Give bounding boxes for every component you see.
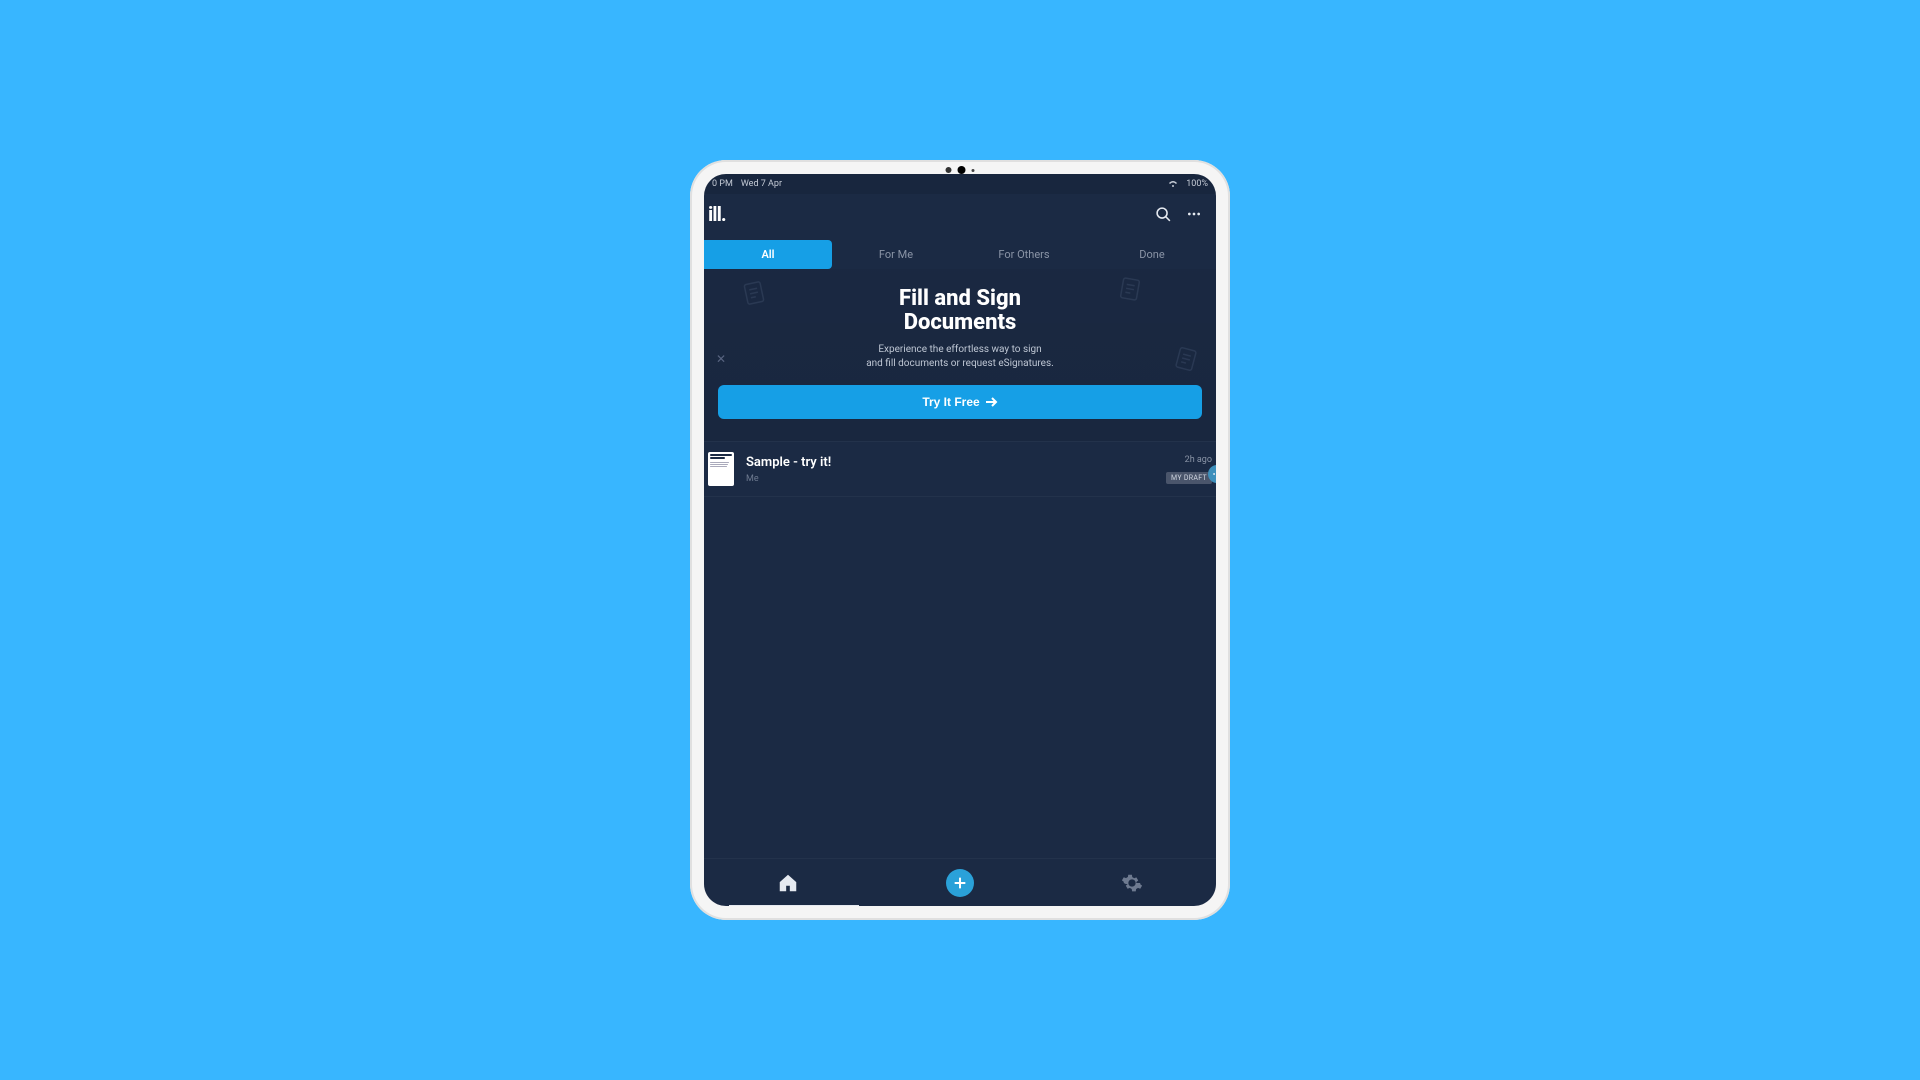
status-time: 0 PM [712, 179, 733, 189]
document-icon [1118, 275, 1142, 302]
arrow-right-icon [986, 397, 998, 407]
document-time: 2h ago [1166, 455, 1212, 465]
bottom-nav [704, 858, 1216, 906]
hero-subtitle: Experience the effortless way to sign an… [718, 343, 1202, 371]
app-header: ill. [704, 194, 1216, 240]
tablet-frame: 0 PM Wed 7 Apr 100% ill. All [690, 160, 1230, 920]
document-icon [742, 279, 767, 307]
tab-for-me[interactable]: For Me [832, 240, 960, 269]
tab-all[interactable]: All [704, 240, 832, 269]
filter-tabs: All For Me For Others Done [704, 240, 1216, 269]
try-free-button[interactable]: Try It Free [718, 385, 1202, 419]
document-status-badge: MY DRAFT [1166, 472, 1212, 484]
status-battery: 100% [1186, 179, 1208, 189]
tab-done[interactable]: Done [1088, 240, 1216, 269]
status-bar: 0 PM Wed 7 Apr 100% [704, 174, 1216, 194]
nav-home-icon[interactable] [777, 872, 799, 894]
tablet-camera-cluster [946, 166, 975, 174]
nav-settings-icon[interactable] [1121, 872, 1143, 894]
cta-label: Try It Free [922, 395, 979, 409]
hero-banner: ✕ Fill and Sign Documents Experience the… [704, 269, 1216, 441]
document-thumbnail [708, 452, 734, 486]
close-icon[interactable]: ✕ [716, 352, 726, 366]
document-list: Sample - try it! Me 2h ago MY DRAFT [704, 441, 1216, 497]
document-row[interactable]: Sample - try it! Me 2h ago MY DRAFT [704, 442, 1216, 497]
document-owner: Me [746, 474, 1154, 484]
more-icon[interactable] [1186, 206, 1202, 222]
search-icon[interactable] [1155, 206, 1172, 223]
app-screen: 0 PM Wed 7 Apr 100% ill. All [704, 174, 1216, 906]
wifi-icon [1168, 180, 1178, 188]
tab-for-others[interactable]: For Others [960, 240, 1088, 269]
app-logo: ill. [708, 202, 726, 226]
document-title: Sample - try it! [746, 455, 1154, 470]
status-date: Wed 7 Apr [741, 179, 782, 189]
nav-add-button[interactable] [946, 869, 974, 897]
